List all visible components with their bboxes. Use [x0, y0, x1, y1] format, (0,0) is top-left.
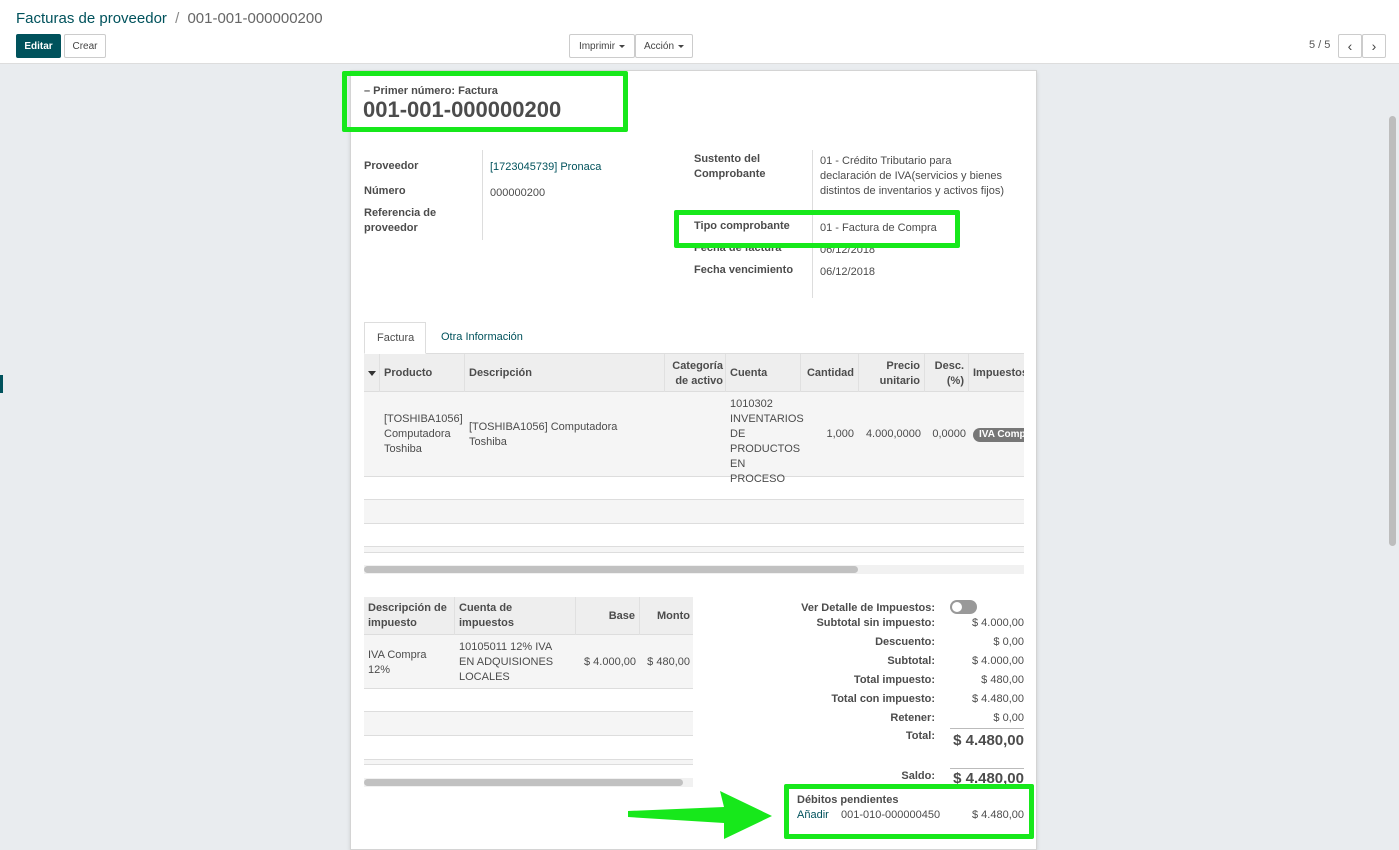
column-header-producto[interactable]: Producto: [384, 366, 432, 381]
total-label-total-con-impuesto: Total con impuesto:: [831, 693, 935, 705]
cell-descripcion: [TOSHIBA1056] Computadora Toshiba: [469, 421, 618, 448]
total-value-subtotal-sin-impuesto: $ 4.000,00: [972, 617, 1024, 629]
action-dropdown[interactable]: Acción: [635, 34, 693, 58]
cell-tax-base: $ 4.000,00: [584, 656, 636, 668]
tab-factura[interactable]: Factura: [364, 322, 426, 354]
table-row-empty: [364, 760, 693, 765]
column-separator: [858, 354, 859, 392]
sidebar-edge-marker: [0, 375, 3, 393]
field-value-sustento: 01 - Crédito Tributario para declaración…: [820, 155, 1005, 197]
column-header-cantidad[interactable]: Cantidad: [802, 366, 854, 381]
column-separator: [575, 597, 576, 635]
field-label-numero: Número: [364, 185, 406, 197]
column-header-descuento[interactable]: Desc. (%): [930, 359, 964, 389]
cell-cuenta: 1010302 INVENTARIOS DE PRODUCTOS EN PROC…: [730, 398, 804, 485]
print-dropdown[interactable]: Imprimir: [569, 34, 635, 58]
column-header-base[interactable]: Base: [580, 609, 635, 624]
highlight-pending-debits-box: [784, 784, 1034, 839]
caret-down-icon: [619, 44, 626, 48]
caret-down-icon[interactable]: [368, 371, 376, 376]
total-value-total: $ 4.480,00: [953, 732, 1024, 749]
field-value-fecha-vencimiento: 06/12/2018: [820, 266, 876, 278]
column-separator: [454, 597, 455, 635]
tax-detail-label: Ver Detalle de Impuestos:: [801, 602, 935, 614]
column-separator: [464, 354, 465, 392]
field-label-sustento: Sustento del Comprobante: [694, 153, 766, 180]
pager-previous-button[interactable]: ‹: [1338, 34, 1362, 58]
pager-value[interactable]: 5 / 5: [1309, 39, 1330, 51]
field-divider-left: [482, 150, 483, 240]
column-header-impuestos[interactable]: Impuestos: [973, 366, 1024, 381]
cell-cantidad: 1,000: [826, 428, 854, 440]
total-value-descuento: $ 0,00: [993, 636, 1024, 648]
field-label-fecha-vencimiento: Fecha vencimiento: [694, 264, 794, 276]
lines-scrollbar-thumb[interactable]: [364, 566, 858, 573]
field-label-referencia: Referencia de proveedor: [364, 207, 437, 234]
cell-tax-cuenta: 10105011 12% IVA EN ADQUISIONES LOCALES: [459, 641, 554, 683]
table-row-empty: [364, 547, 1024, 553]
breadcrumb-separator: /: [175, 10, 180, 27]
column-separator: [968, 354, 969, 392]
field-label-proveedor: Proveedor: [364, 160, 419, 172]
total-label-retener: Retener:: [890, 712, 935, 724]
create-button[interactable]: Crear: [64, 34, 106, 58]
cell-tax-monto: $ 480,00: [647, 656, 690, 668]
column-separator: [379, 354, 380, 392]
tax-badge: IVA Compra: [973, 428, 1024, 442]
column-header-categoria[interactable]: Categoría de activo: [667, 359, 723, 389]
tab-otra-informacion[interactable]: Otra Información: [441, 331, 523, 343]
total-value-subtotal: $ 4.000,00: [972, 655, 1024, 667]
field-value-numero: 000000200: [490, 187, 546, 199]
cell-producto: [TOSHIBA1056] Computadora Toshiba: [384, 413, 463, 455]
column-separator: [639, 597, 640, 635]
total-label-descuento: Descuento:: [875, 636, 935, 648]
annotation-arrow-icon: [628, 791, 772, 839]
pager-next-button[interactable]: ›: [1362, 34, 1386, 58]
caret-down-icon: [678, 44, 684, 48]
tax-detail-toggle[interactable]: [950, 600, 977, 614]
table-row-empty: [364, 712, 693, 736]
column-header-cuenta[interactable]: Cuenta: [730, 366, 767, 381]
column-header-precio[interactable]: Precio unitario: [864, 359, 920, 389]
total-label-total-impuesto: Total impuesto:: [853, 674, 935, 686]
cell-tax-descripcion: IVA Compra 12%: [368, 649, 427, 676]
column-separator: [725, 354, 726, 392]
table-row-empty: [364, 500, 1024, 524]
column-separator: [664, 354, 665, 392]
print-label: Imprimir: [578, 40, 616, 52]
cell-descuento: 0,0000: [932, 428, 966, 440]
breadcrumb: Facturas de proveedor / 001-001-00000020…: [16, 10, 323, 27]
total-value-total-con-impuesto: $ 4.480,00: [972, 693, 1024, 705]
total-value-retener: $ 0,00: [993, 712, 1024, 724]
breadcrumb-current: 001-001-000000200: [187, 10, 323, 27]
saldo-label: Saldo:: [901, 770, 935, 782]
control-panel: Facturas de proveedor / 001-001-00000020…: [0, 0, 1399, 64]
column-separator: [800, 354, 801, 392]
chevron-left-icon: ‹: [1347, 38, 1353, 54]
column-header-descripcion-impuesto[interactable]: Descripción de impuesto: [368, 601, 453, 631]
edit-button[interactable]: Editar: [16, 34, 61, 58]
chevron-right-icon: ›: [1371, 38, 1377, 54]
column-header-monto[interactable]: Monto: [640, 609, 690, 624]
field-value-proveedor[interactable]: [1723045739] Pronaca: [490, 160, 601, 175]
total-label-subtotal: Subtotal:: [887, 655, 935, 667]
breadcrumb-parent-link[interactable]: Facturas de proveedor: [16, 10, 167, 27]
total-label-total: Total:: [905, 730, 935, 742]
column-separator: [924, 354, 925, 392]
highlight-title-box: [342, 71, 628, 132]
total-divider: [950, 728, 1024, 729]
column-header-descripcion[interactable]: Descripción: [469, 366, 532, 381]
highlight-tipo-comprobante-box: [674, 210, 960, 248]
total-value-total-impuesto: $ 480,00: [981, 674, 1024, 686]
cell-precio: 4.000,0000: [865, 428, 921, 440]
page-scrollbar[interactable]: [1389, 116, 1396, 546]
column-header-cuenta-impuestos[interactable]: Cuenta de impuestos: [459, 601, 549, 631]
action-label: Acción: [643, 40, 674, 52]
total-label-subtotal-sin-impuesto: Subtotal sin impuesto:: [816, 617, 935, 629]
